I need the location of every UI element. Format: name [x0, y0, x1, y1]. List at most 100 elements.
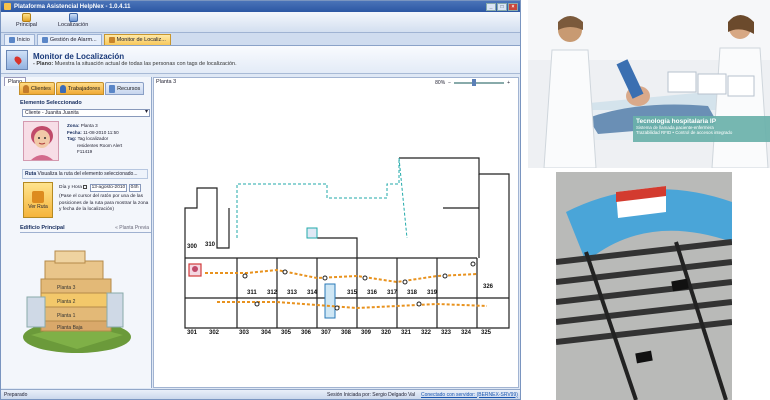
room-label: 303 — [239, 330, 250, 336]
previous-floor-link[interactable]: « Planta Previa — [115, 224, 149, 232]
zoom-slider-knob[interactable] — [472, 79, 477, 86]
tab-inicio-label: Inicio — [17, 37, 30, 43]
tab-inicio[interactable]: Inicio — [4, 34, 35, 45]
maximize-button[interactable]: □ — [497, 2, 507, 11]
date-picker[interactable]: 13-agosto-2010 — [89, 184, 128, 193]
room-label: 325 — [481, 330, 492, 336]
caption-title: Tecnología hospitalaria IP — [636, 118, 717, 125]
location-icon — [68, 13, 78, 22]
ver-ruta-button[interactable]: Ver Ruta — [23, 182, 53, 218]
floor-planta-2-label: Planta 2 — [57, 299, 76, 305]
room-label: 314 — [307, 290, 318, 296]
app-icon — [4, 3, 11, 10]
route-icon — [32, 190, 44, 203]
map-title: Planta 3 — [156, 79, 177, 85]
ad-caption: Tecnología hospitalaria IP Sistema de ll… — [633, 116, 770, 142]
dia-label: Día y Hora — [59, 185, 82, 190]
floor-planta-3[interactable] — [40, 278, 112, 294]
ribbon-principal[interactable]: Principal — [16, 13, 37, 28]
info-fecha-value: 11-08-2010 11:50 — [83, 129, 119, 135]
building-header: Edificio Principal « Planta Previa — [20, 224, 151, 233]
room-label: 316 — [367, 290, 378, 296]
ver-ruta-label: Ver Ruta — [28, 203, 48, 210]
info-zona-key: Zona: — [67, 123, 80, 128]
info-zona-value: Planta 3 — [80, 123, 98, 128]
ruta-controls: Día y Hora 13-agosto-2010 04h (Pase el c… — [59, 184, 149, 213]
tab-recursos-label: Recursos — [117, 85, 141, 92]
ribbon: Principal Localización — [1, 12, 520, 33]
info-tag-key: Tag: — [67, 136, 77, 141]
subtitle-text: Muestra la situación actual de todas las… — [54, 61, 237, 67]
info-tag-line3: F11419 — [67, 149, 122, 156]
room-label: 304 — [261, 330, 272, 336]
status-text: Preparado — [4, 391, 28, 398]
room-label: 321 — [401, 330, 412, 336]
close-button[interactable]: × — [508, 2, 518, 11]
room-label: 315 — [347, 290, 358, 296]
left-panel: Plano Clientes Trabajadores Recursos Ele… — [1, 77, 152, 388]
room-label: 309 — [361, 330, 372, 336]
zoom-out-icon[interactable]: − — [448, 80, 451, 86]
zoom-in-icon[interactable]: + — [507, 80, 510, 86]
home-icon — [22, 13, 32, 22]
connection-link[interactable]: Conectado con servidor: (BERNEX-SRV99) — [421, 392, 518, 398]
page-header: Monitor de Localización - Plano: Muestra… — [1, 46, 520, 74]
zoom-control: 80% − + — [435, 79, 510, 86]
tab-trabajadores-label: Trabajadores — [67, 85, 101, 92]
room-label: 308 — [341, 330, 352, 336]
subtitle-label: - Plano: — [33, 61, 54, 67]
info-tag-value: Tag localizador — [77, 136, 109, 141]
room-label: 313 — [287, 290, 298, 296]
page-subtitle: - Plano: Muestra la situación actual de … — [33, 61, 237, 67]
tab-recursos[interactable]: Recursos — [105, 82, 145, 95]
zoom-level: 80% — [435, 80, 446, 86]
alarm-icon — [41, 37, 48, 43]
tab-gestion-alarmas[interactable]: Gestión de Alarm... — [36, 34, 102, 45]
hospital-scene-illustration — [528, 0, 770, 168]
minimize-button[interactable]: _ — [486, 2, 496, 11]
hour-picker[interactable]: 04h — [128, 184, 141, 193]
room-label: 312 — [267, 290, 278, 296]
bed-sensor-photo — [556, 172, 732, 400]
tab-clientes-label: Clientes — [31, 85, 51, 92]
category-tabs: Clientes Trabajadores Recursos — [19, 82, 145, 95]
ribbon-localizacion[interactable]: Localización — [58, 13, 88, 28]
document-tabs: Inicio Gestión de Alarm... Monitor de Lo… — [1, 33, 520, 46]
room-label: 310 — [205, 242, 216, 248]
date-row: Día y Hora 13-agosto-2010 04h — [59, 184, 149, 193]
ruta-help-text: (Pase el cursor del ratón por una de las… — [59, 194, 149, 212]
ruta-text: Visualiza la ruta del elemento seleccion… — [37, 171, 138, 177]
room-label: 317 — [387, 290, 398, 296]
home-icon — [9, 37, 15, 43]
client-photo — [23, 121, 59, 161]
person-icon — [23, 84, 29, 93]
tab-monitor-localizacion[interactable]: Monitor de Localiz... — [103, 34, 171, 45]
ribbon-localizacion-label: Localización — [58, 22, 89, 28]
info-tag-line2-value: residentes Room Alert — [77, 142, 123, 148]
room-label: 326 — [483, 284, 494, 290]
floor-planta-1[interactable] — [40, 306, 112, 322]
room-label: 301 — [187, 330, 198, 336]
tab-clientes[interactable]: Clientes — [19, 82, 55, 95]
floor-plan[interactable]: 300 310 301 302 303 304 305 306 307 308 … — [157, 88, 515, 384]
building-view: Planta 3 Planta 2 Planta 1 Planta Baja — [23, 250, 131, 353]
tab-trabajadores[interactable]: Trabajadores — [55, 82, 105, 95]
room-label: 300 — [187, 244, 198, 250]
tab-gestion-label: Gestión de Alarm... — [49, 37, 97, 43]
room-label: 307 — [321, 330, 332, 336]
zoom-slider[interactable] — [454, 79, 505, 86]
floor-planta-2[interactable] — [40, 292, 112, 308]
selected-element-select[interactable]: Cliente - Juanita Juanita — [22, 109, 150, 117]
client-portrait-icon — [24, 122, 58, 160]
room-label: 320 — [381, 330, 392, 336]
hospital-photo: Tecnología hospitalaria IP Sistema de ll… — [528, 0, 770, 168]
room-label: 322 — [421, 330, 432, 336]
info-fecha-key: Fecha: — [67, 129, 82, 135]
building-header-label: Edificio Principal — [20, 225, 65, 231]
map-icon — [108, 37, 115, 43]
app-window: Plataforma Asistencial HelpNex - 1.0.4.1… — [0, 0, 521, 400]
date-checkbox[interactable] — [83, 184, 88, 189]
room-label: 319 — [427, 290, 438, 296]
map-panel: Planta 3 80% − + 300 310 301 302 303 304… — [153, 77, 519, 388]
room-label: 311 — [247, 290, 257, 296]
